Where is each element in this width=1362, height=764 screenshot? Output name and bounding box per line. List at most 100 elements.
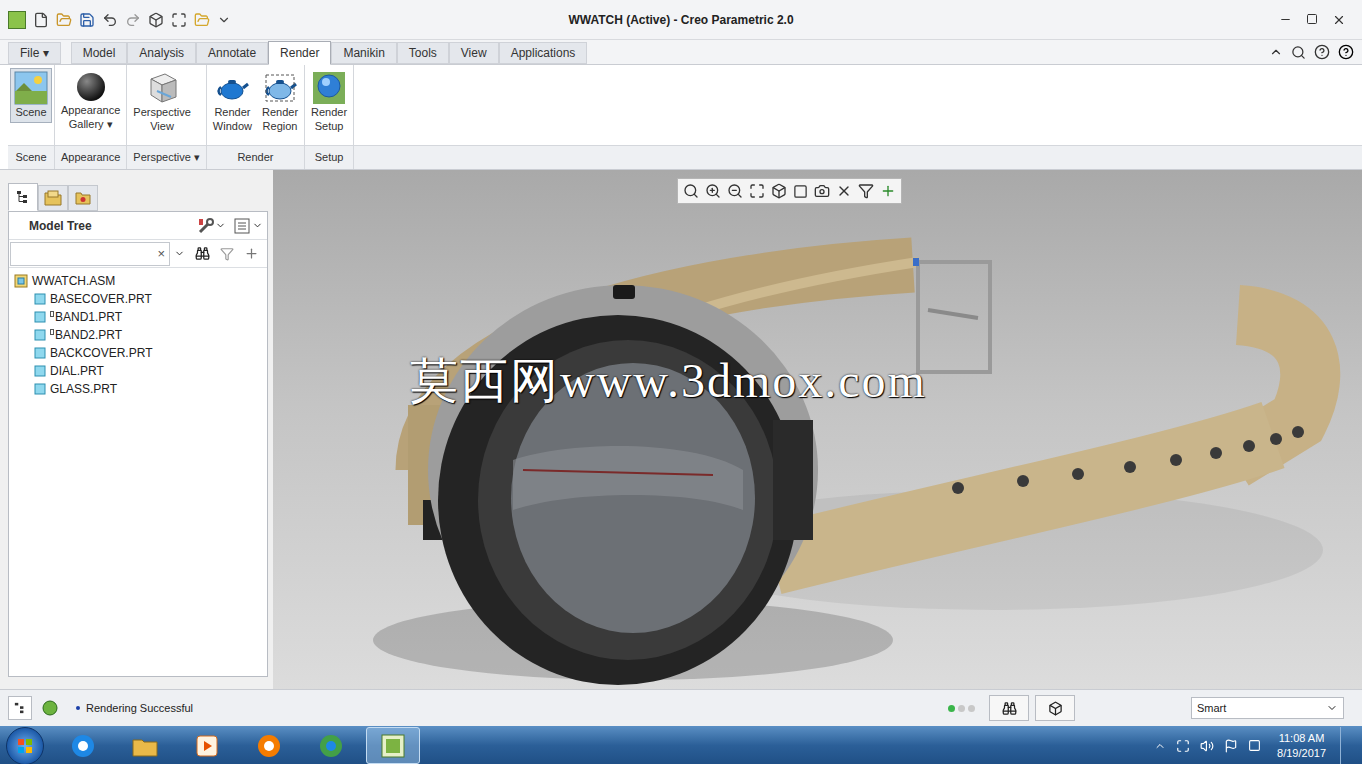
refit-icon[interactable] — [683, 183, 699, 199]
show-desktop-button[interactable] — [1340, 727, 1352, 764]
ribbon-tab[interactable]: Tools — [397, 42, 449, 64]
minimize-icon[interactable] — [1279, 13, 1292, 26]
customize-icon[interactable] — [217, 13, 231, 27]
settings-icon[interactable] — [197, 217, 215, 235]
display-style-icon[interactable] — [771, 183, 787, 199]
view-manager-icon[interactable] — [814, 183, 830, 199]
taskbar-app[interactable] — [304, 727, 358, 764]
spin-center-icon[interactable] — [880, 183, 896, 199]
zoom-in-icon[interactable] — [705, 183, 721, 199]
open-folder-icon[interactable] — [56, 12, 72, 28]
tree-icon — [14, 702, 26, 714]
undo-icon[interactable] — [102, 12, 118, 28]
browser-icon — [41, 699, 59, 717]
model-tree-header: Model Tree — [9, 212, 267, 240]
ribbon-tab[interactable]: Model — [71, 42, 128, 64]
show-icon[interactable] — [234, 218, 250, 234]
favorites-tab[interactable] — [68, 185, 98, 211]
scene-icon — [14, 71, 48, 105]
ribbon-tab[interactable]: Manikin — [331, 42, 396, 64]
add-icon[interactable] — [244, 246, 259, 261]
model-tree-tab[interactable] — [8, 183, 38, 211]
repaint-icon[interactable] — [749, 183, 765, 199]
maximize-icon[interactable] — [1306, 13, 1318, 25]
taskbar-app-icon — [192, 731, 222, 761]
main-area: Model Tree × WWATCH.ASMBASECOVER.PRTBAND1.… — [0, 170, 1362, 689]
taskbar-app[interactable] — [180, 727, 234, 764]
folder-browser-tab[interactable] — [38, 185, 68, 211]
windows-icon[interactable] — [171, 12, 187, 28]
regenerate-icon[interactable] — [148, 12, 164, 28]
taskbar-app[interactable] — [242, 727, 296, 764]
toggle-browser-button[interactable] — [38, 696, 62, 720]
ribbon-button[interactable]: Scene — [10, 68, 52, 123]
taskbar: 11:08 AM8/19/2017 — [0, 726, 1362, 764]
ribbon-tab[interactable]: View — [449, 42, 499, 64]
graphics-viewport[interactable]: 莫西网www.3dmox.com — [273, 170, 1362, 689]
ribbon-button[interactable]: PerspectiveView — [129, 68, 194, 137]
new-file-icon[interactable] — [33, 12, 49, 28]
system-tray: 11:08 AM8/19/2017 — [1154, 727, 1352, 764]
tree-item[interactable]: BAND2.PRT — [14, 326, 267, 344]
collapse-ribbon-icon[interactable] — [1269, 45, 1283, 59]
ribbon-tab[interactable]: Annotate — [196, 42, 268, 64]
find-icon[interactable] — [195, 246, 210, 261]
app-icon[interactable] — [8, 11, 26, 29]
volume-icon[interactable] — [1200, 739, 1214, 753]
start-button[interactable] — [6, 727, 44, 764]
status-light — [948, 705, 955, 712]
ribbon-group: AppearanceGallery ▾Appearance — [55, 65, 127, 169]
tray-app-icon[interactable] — [1176, 739, 1190, 753]
tree-item[interactable]: BACKCOVER.PRT — [14, 344, 267, 362]
taskbar-app[interactable] — [118, 727, 172, 764]
ribbon-button[interactable]: AppearanceGallery ▾ — [57, 68, 124, 135]
tree-item[interactable]: WWATCH.ASM — [14, 272, 267, 290]
ribbon-tab[interactable]: File ▾ — [8, 42, 61, 64]
dropdown-icon[interactable] — [215, 220, 226, 231]
tree-item[interactable]: GLASS.PRT — [14, 380, 267, 398]
selection-filter[interactable]: Smart — [1191, 697, 1344, 719]
ribbon-group: RenderWindowRenderRegionRender — [207, 65, 305, 169]
geometry-button[interactable] — [1035, 695, 1075, 721]
saved-views-icon[interactable] — [793, 184, 808, 199]
action-center-icon[interactable] — [1224, 739, 1238, 753]
redo-icon[interactable] — [125, 12, 141, 28]
ribbon-button[interactable]: RenderWindow — [209, 68, 256, 137]
toggle-navigator-button[interactable] — [8, 696, 32, 720]
quick-access-toolbar — [8, 11, 428, 29]
tree-item[interactable]: BASECOVER.PRT — [14, 290, 267, 308]
dropdown-icon — [1326, 702, 1338, 714]
taskbar-app[interactable] — [366, 727, 420, 764]
network-icon[interactable] — [1248, 739, 1261, 752]
annotation-display-icon[interactable] — [858, 183, 874, 199]
close-icon[interactable] — [1332, 13, 1346, 27]
taskbar-app-icon — [254, 731, 284, 761]
tree-item[interactable]: BAND1.PRT — [14, 308, 267, 326]
ribbon-tab[interactable]: Render — [268, 41, 331, 65]
search-field[interactable]: × — [10, 242, 170, 266]
dropdown-icon[interactable] — [252, 220, 263, 231]
status-mark — [50, 329, 54, 335]
filter-icon[interactable] — [220, 247, 234, 261]
datum-display-icon[interactable] — [836, 183, 852, 199]
ribbon-tab[interactable]: Applications — [499, 42, 588, 64]
tray-overflow-icon[interactable] — [1154, 740, 1166, 752]
ribbon-tab-row: File ▾ ModelAnalysisAnnotateRenderManikin… — [0, 40, 1362, 65]
clear-search-button[interactable]: × — [157, 244, 165, 264]
ribbon-button[interactable]: RenderRegion — [258, 68, 302, 137]
search-icon[interactable] — [1291, 45, 1306, 60]
help-icon[interactable] — [1338, 44, 1354, 60]
find-button[interactable] — [989, 695, 1029, 721]
save-icon[interactable] — [79, 12, 95, 28]
clock[interactable]: 11:08 AM8/19/2017 — [1277, 731, 1326, 761]
model-tree: WWATCH.ASMBASECOVER.PRTBAND1.PRTBAND2.PR… — [9, 268, 267, 398]
tree-item[interactable]: DIAL.PRT — [14, 362, 267, 380]
zoom-out-icon[interactable] — [727, 183, 743, 199]
close-window-icon[interactable] — [194, 12, 210, 28]
ribbon-button[interactable]: RenderSetup — [307, 68, 351, 137]
ribbon-tab[interactable]: Analysis — [127, 42, 196, 64]
taskbar-app[interactable] — [56, 727, 110, 764]
community-icon[interactable] — [1314, 44, 1330, 60]
ribbon-group-label[interactable]: Perspective ▾ — [127, 145, 206, 169]
dropdown-icon[interactable] — [174, 248, 185, 259]
